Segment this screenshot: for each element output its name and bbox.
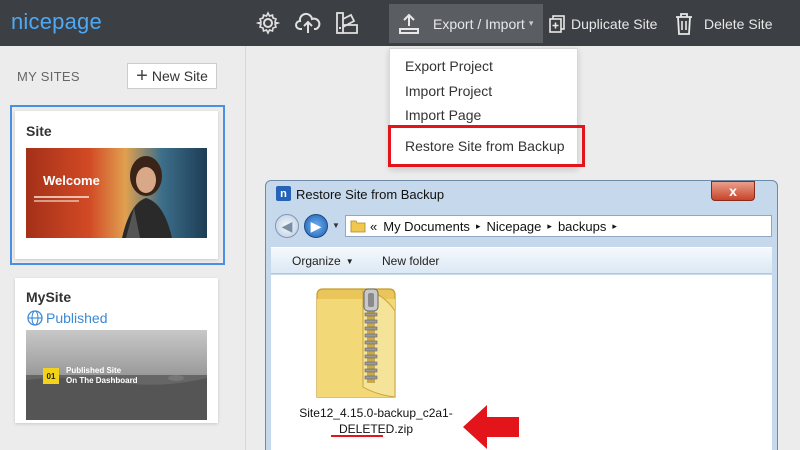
export-tray-icon	[399, 13, 419, 34]
design-palette-icon[interactable]	[333, 9, 361, 37]
published-status: Published	[27, 310, 108, 326]
thumb-welcome-text: Welcome	[43, 173, 100, 188]
site-thumbnail: Welcome	[26, 148, 207, 238]
nicepage-logo: nicepage	[11, 9, 102, 34]
restore-highlight-box	[388, 125, 585, 167]
deleted-underline	[331, 435, 383, 437]
new-site-label: New Site	[151, 68, 208, 84]
chevron-down-icon: ▼	[345, 256, 354, 266]
cloud-upload-icon[interactable]	[294, 9, 322, 37]
site-card-site[interactable]: Site Welcome	[15, 111, 218, 259]
history-dropdown-icon[interactable]: ▼	[332, 221, 340, 230]
export-import-button[interactable]: Export / Import ▾	[389, 4, 543, 43]
site-card-title: MySite	[26, 289, 72, 305]
restore-file-dialog: n Restore Site from Backup x ◀ ▶ ▼ « My …	[265, 180, 778, 450]
folder-icon	[350, 220, 366, 233]
breadcrumb-item[interactable]: «	[370, 219, 377, 234]
duplicate-site-label: Duplicate Site	[571, 15, 658, 32]
new-site-button[interactable]: + New Site	[127, 63, 217, 89]
organize-button[interactable]: Organize ▼	[292, 254, 354, 268]
chevron-down-icon: ▾	[528, 18, 534, 28]
nicepage-app-icon: n	[276, 186, 291, 201]
site-card-title: Site	[26, 123, 52, 139]
sites-sidebar: MY SITES + New Site Site Welcome MySite …	[0, 46, 246, 450]
menu-item-export-project[interactable]: Export Project	[405, 58, 493, 74]
trash-icon	[676, 12, 692, 35]
file-name: Site12_4.15.0-backup_c2a1- DELETED.zip	[271, 405, 481, 437]
organize-label: Organize	[292, 254, 341, 268]
export-import-label: Export / Import	[433, 15, 525, 32]
dialog-close-button[interactable]: x	[711, 181, 755, 201]
settings-gear-icon[interactable]	[254, 9, 282, 37]
new-folder-button[interactable]: New folder	[382, 254, 439, 268]
breadcrumb-item[interactable]: backups	[558, 219, 606, 234]
delete-site-label: Delete Site	[704, 15, 773, 32]
zip-folder-icon	[316, 288, 396, 398]
breadcrumb-separator-icon[interactable]: ▸	[476, 221, 481, 232]
duplicate-icon	[549, 14, 565, 33]
file-list-area: Site12_4.15.0-backup_c2a1- DELETED.zip	[271, 275, 772, 450]
address-bar[interactable]: « My Documents ▸ Nicepage ▸ backups ▸	[345, 215, 772, 237]
breadcrumb-separator-icon[interactable]: ▸	[612, 221, 617, 232]
dialog-title: Restore Site from Backup	[296, 187, 445, 202]
menu-item-import-project[interactable]: Import Project	[405, 83, 492, 99]
red-arrow-icon	[463, 405, 519, 449]
breadcrumb-item[interactable]: My Documents	[383, 219, 470, 234]
file-name-line: Site12_4.15.0-backup_c2a1-	[299, 406, 453, 420]
delete-site-button[interactable]: Delete Site	[674, 4, 784, 43]
duplicate-site-button[interactable]: Duplicate Site	[549, 4, 664, 43]
published-label: Published	[46, 310, 108, 326]
site-thumbnail: 01 Published Site On The Dashboard	[26, 330, 207, 420]
breadcrumb-separator-icon[interactable]: ▸	[547, 221, 552, 232]
plus-icon: +	[136, 65, 148, 87]
my-sites-heading: MY SITES	[17, 69, 80, 84]
breadcrumb-item[interactable]: Nicepage	[486, 219, 541, 234]
globe-icon	[27, 310, 43, 326]
thumb-caption-line: On The Dashboard	[66, 376, 138, 385]
thumb-caption-line: Published Site	[66, 366, 122, 375]
site-card-mysite[interactable]: MySite Published 01 Published Site On Th…	[15, 278, 218, 423]
dialog-toolbar: Organize ▼ New folder	[271, 247, 772, 274]
thumb-badge: 01	[43, 368, 59, 384]
menu-item-import-page[interactable]: Import Page	[405, 107, 481, 123]
thumb-caption: Published Site On The Dashboard	[66, 366, 138, 386]
forward-arrow-icon[interactable]: ▶	[304, 214, 328, 238]
back-arrow-icon[interactable]: ◀	[275, 214, 299, 238]
top-bar: nicepage Export / Import ▾ Duplicate Sit…	[0, 0, 800, 46]
backup-zip-file[interactable]: Site12_4.15.0-backup_c2a1- DELETED.zip	[271, 275, 481, 445]
